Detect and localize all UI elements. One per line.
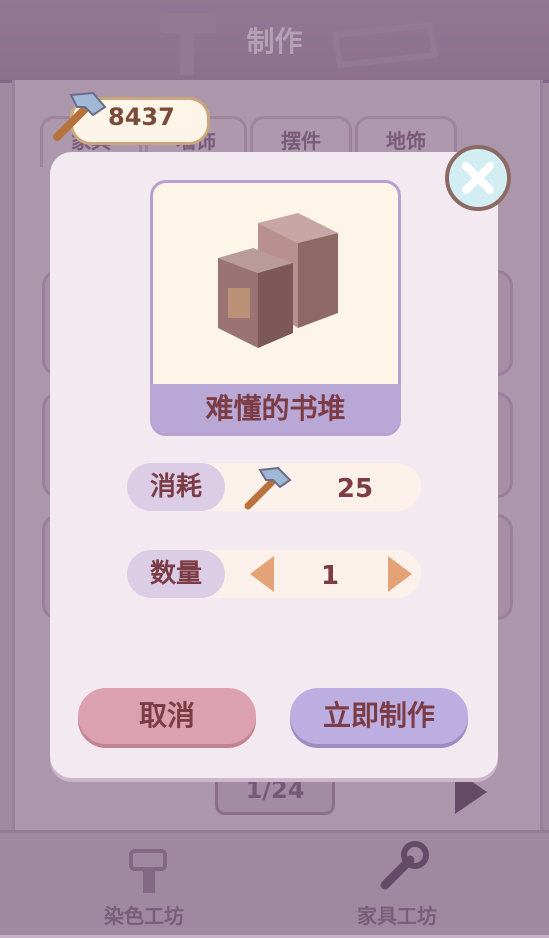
close-button[interactable] [445,145,511,211]
item-name: 难懂的书堆 [205,392,346,425]
decrease-arrow-icon[interactable] [250,556,274,592]
hammer-icon [53,91,107,141]
currency-value: 8437 [108,103,175,131]
increase-arrow-icon[interactable] [388,556,412,592]
cost-value: 25 [336,474,374,504]
quantity-value: 1 [320,561,340,591]
quantity-label: 数量 [127,550,225,598]
book-stack-icon [218,213,338,348]
craft-now-button[interactable]: 立即制作 [290,688,468,744]
hammer-icon [244,466,292,510]
cost-label: 消耗 [127,463,225,511]
close-icon [462,162,494,194]
cancel-button[interactable]: 取消 [78,688,256,744]
